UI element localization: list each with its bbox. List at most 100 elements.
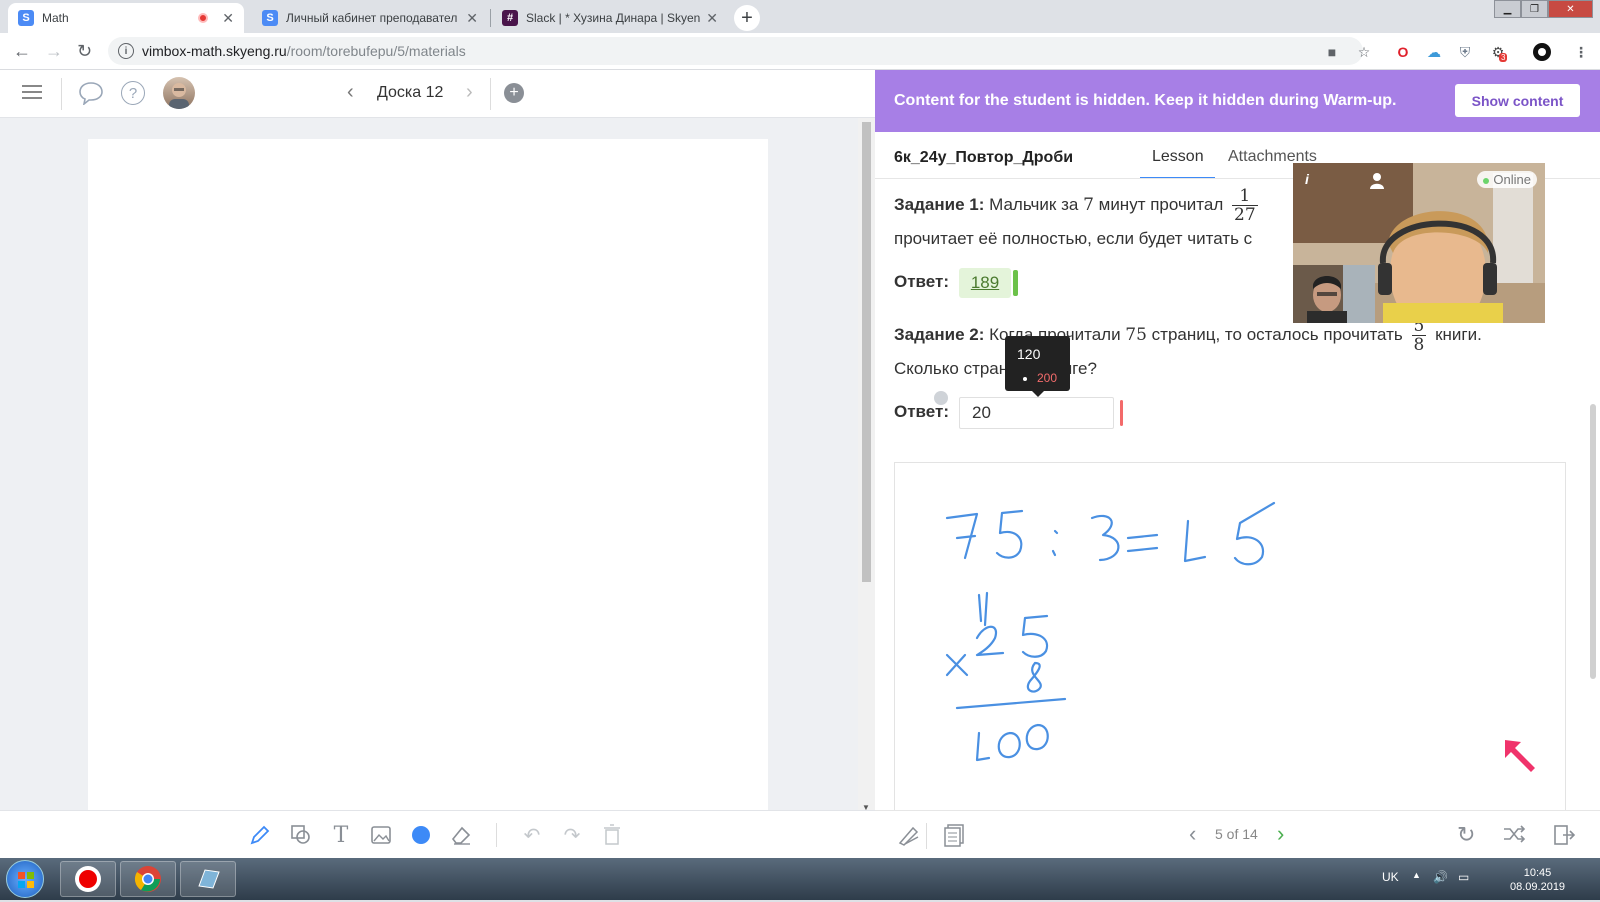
correct-indicator — [1013, 270, 1018, 296]
divider — [61, 78, 62, 110]
recording-icon — [198, 13, 209, 23]
browser-toolbar: ← → ↻ i vimbox-math.skyeng.ru/room/toreb… — [0, 33, 1600, 70]
tooltip-current-answer: 120 — [1017, 346, 1041, 362]
task-1: Задание 1: Мальчик за 7 минут прочитал 1… — [894, 187, 1262, 224]
language-indicator[interactable]: UK — [1382, 870, 1399, 884]
close-icon[interactable]: ✕ — [706, 10, 718, 27]
shuffle-icon[interactable] — [1502, 823, 1526, 848]
lesson-scrollbar[interactable] — [1586, 179, 1600, 858]
task-text: Мальчик за — [989, 194, 1079, 214]
taskbar-chrome[interactable] — [120, 861, 176, 897]
answer-2-input[interactable]: 20 — [959, 397, 1114, 429]
answer-label: Ответ: — [894, 402, 949, 421]
whiteboard-canvas[interactable] — [88, 139, 768, 883]
fraction-numerator: 1 — [1232, 187, 1258, 206]
taskbar-app[interactable] — [180, 861, 236, 897]
video-call-overlay[interactable]: i Online — [1293, 163, 1545, 323]
tab-lesson[interactable]: Lesson — [1152, 148, 1204, 166]
browser-tab-slack[interactable]: # Slack | * Хузина Динара | Skyeng ✕ — [492, 3, 728, 33]
reload-icon[interactable]: ↻ — [77, 41, 92, 62]
info-icon[interactable]: i — [118, 43, 134, 59]
new-tab-button[interactable]: + — [734, 5, 760, 31]
whiteboard-header: ? ‹ Доска 12 › + — [0, 70, 875, 118]
info-icon[interactable]: i — [1305, 171, 1309, 187]
minimize-button[interactable]: ▁ — [1494, 0, 1521, 18]
shield-extension-icon[interactable]: ⛨ — [1456, 43, 1474, 61]
task-text: минут прочитал — [1098, 194, 1224, 214]
teacher-avatar[interactable] — [163, 77, 195, 109]
online-status-badge: Online — [1477, 171, 1537, 188]
scrollbar-thumb[interactable] — [862, 122, 871, 582]
lesson-title: 6к_24у_Повтор_Дроби — [894, 149, 1074, 166]
prev-board-arrow-icon[interactable]: ‹ — [347, 81, 354, 104]
next-page-arrow-icon[interactable]: › — [1277, 821, 1284, 847]
tray-expand-icon[interactable]: ▲ — [1412, 870, 1421, 880]
opera-extension-icon[interactable]: O — [1394, 43, 1412, 61]
profile-avatar-icon[interactable] — [1533, 43, 1551, 61]
task-label: Задание 2: — [894, 324, 985, 344]
chat-icon[interactable] — [78, 81, 104, 108]
teacher-video-thumbnail[interactable] — [1293, 265, 1375, 323]
window-close-button[interactable]: ✕ — [1548, 0, 1593, 18]
browser-tab-teacher-cabinet[interactable]: S Личный кабинет преподавател ✕ — [252, 3, 488, 33]
browser-tab-math[interactable]: S Math ✕ — [8, 3, 244, 33]
user-icon[interactable] — [1368, 171, 1386, 192]
color-picker-icon[interactable] — [409, 823, 433, 847]
forward-arrow-icon[interactable]: → — [45, 41, 63, 62]
back-arrow-icon[interactable]: ← — [13, 41, 31, 62]
task-text: страниц, то осталось прочитать — [1151, 324, 1403, 344]
extension-badge-count: 3 — [1499, 53, 1508, 62]
taskbar-recorder[interactable] — [60, 861, 116, 897]
help-icon[interactable]: ? — [121, 81, 145, 105]
url-path: /room/torebufepu/5/materials — [286, 43, 466, 59]
camera-icon[interactable]: ■ — [1323, 43, 1341, 61]
student-cursor-icon — [934, 391, 948, 405]
network-icon[interactable]: ▭ — [1458, 870, 1469, 884]
refresh-icon[interactable]: ↻ — [1457, 822, 1475, 848]
whiteboard-scrollbar[interactable]: ▼ — [858, 118, 875, 812]
handwriting-strokes — [945, 501, 1276, 762]
cloud-extension-icon[interactable]: ☁ — [1425, 43, 1443, 61]
close-icon[interactable]: ✕ — [466, 10, 478, 27]
maximize-button[interactable]: ❐ — [1521, 0, 1548, 18]
fraction-denominator: 27 — [1234, 205, 1256, 225]
extension-badge-icon[interactable]: ⚙ 3 — [1489, 43, 1508, 62]
notes-icon[interactable] — [943, 823, 965, 850]
task-number: 7 — [1083, 194, 1094, 215]
system-clock[interactable]: 10:45 08.09.2019 — [1510, 866, 1565, 894]
undo-icon[interactable]: ↶ — [520, 823, 544, 847]
text-tool-icon[interactable]: T — [329, 823, 353, 848]
eraser-tool-icon[interactable] — [449, 823, 473, 847]
exit-icon[interactable] — [1552, 823, 1576, 850]
tooltip-bullet — [1023, 377, 1027, 381]
window-controls: ▁ ❐ ✕ — [1494, 0, 1593, 18]
task-text: книги. — [1435, 324, 1482, 344]
drawing-area[interactable] — [894, 462, 1566, 822]
image-tool-icon[interactable] — [369, 823, 393, 847]
scrollbar-thumb[interactable] — [1590, 404, 1596, 679]
add-board-button[interactable]: + — [504, 83, 524, 103]
show-content-button[interactable]: Show content — [1455, 84, 1580, 117]
answer-label: Ответ: — [894, 272, 949, 291]
pencil-tool-icon[interactable] — [248, 823, 272, 847]
clock-date: 08.09.2019 — [1510, 881, 1566, 893]
pen-tool-icon[interactable] — [897, 823, 921, 850]
task-label: Задание 1: — [894, 194, 985, 214]
answer-value: 20 — [972, 403, 991, 422]
answer-1-correct[interactable]: 189 — [959, 268, 1011, 298]
hamburger-menu-icon[interactable] — [22, 83, 42, 104]
close-icon[interactable]: ✕ — [222, 10, 234, 27]
menu-kebab-icon[interactable]: ⋮ — [1572, 43, 1590, 61]
shapes-tool-icon[interactable] — [289, 823, 313, 847]
windows-start-icon[interactable] — [6, 860, 44, 898]
next-board-arrow-icon[interactable]: › — [466, 81, 473, 104]
bookmark-star-icon[interactable]: ☆ — [1355, 43, 1373, 61]
trash-icon[interactable] — [600, 823, 624, 847]
tab-title: Slack | * Хузина Динара | Skyeng — [526, 11, 701, 25]
prev-page-arrow-icon[interactable]: ‹ — [1189, 821, 1196, 847]
tooltip-previous-answer: 200 — [1037, 371, 1058, 385]
whiteboard-toolbar: T ↶ ↷ — [0, 810, 875, 858]
volume-icon[interactable]: 🔊 — [1433, 870, 1448, 884]
redo-icon[interactable]: ↷ — [560, 823, 584, 847]
address-bar[interactable]: i vimbox-math.skyeng.ru/room/torebufepu/… — [108, 37, 1363, 65]
